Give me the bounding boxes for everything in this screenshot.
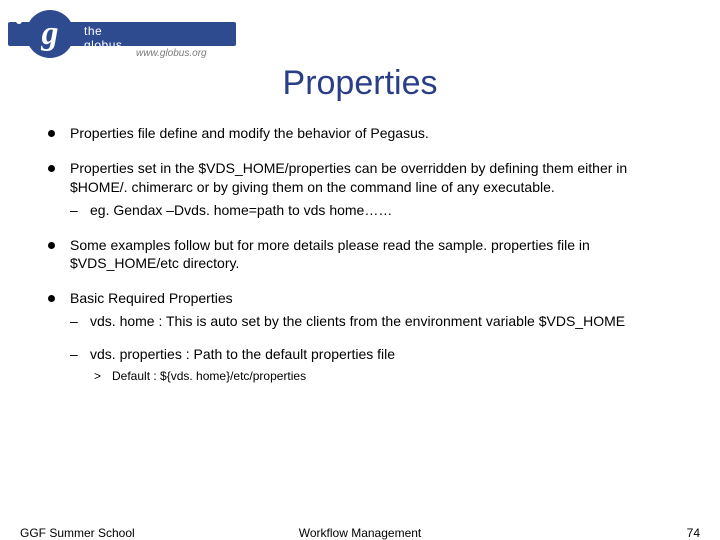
logo-band-text: the globus alliance — [84, 24, 129, 66]
logo-pin — [66, 54, 72, 60]
bullet-4: Basic Required Properties — [48, 289, 688, 308]
bullet-1: Properties file define and modify the be… — [48, 124, 688, 143]
logo-pin — [16, 18, 22, 24]
bullet-3: Some examples follow but for more detail… — [48, 236, 688, 274]
bullet-3-text: Some examples follow but for more detail… — [70, 237, 590, 272]
footer-right: 74 — [687, 526, 700, 540]
bullet-2-sub-1: eg. Gendax –Dvds. home=path to vds home…… — [70, 201, 688, 220]
slide-content: Properties file define and modify the be… — [48, 124, 688, 386]
bullet-2: Properties set in the $VDS_HOME/properti… — [48, 159, 688, 197]
bullet-4-sub-1: vds. home : This is auto set by the clie… — [70, 312, 688, 331]
slide-title: Properties — [0, 64, 720, 103]
footer-mid: Workflow Management — [0, 526, 720, 540]
bullet-2-text: Properties set in the $VDS_HOME/properti… — [70, 160, 627, 195]
bullet-4-sub-2-sub-1-text: Default : ${vds. home}/etc/properties — [112, 369, 306, 383]
bullet-1-text: Properties file define and modify the be… — [70, 125, 429, 141]
bullet-4-sub-1-text: vds. home : This is auto set by the clie… — [90, 313, 625, 329]
logo-letter: g — [42, 15, 59, 53]
bullet-4-text: Basic Required Properties — [70, 290, 233, 306]
bullet-4-sub-2-sub-1: Default : ${vds. home}/etc/properties — [94, 368, 688, 384]
bullet-4-sub-2-text: vds. properties : Path to the default pr… — [90, 346, 395, 362]
logo-g-circle: g — [26, 10, 74, 58]
logo-url: www.globus.org — [136, 48, 207, 59]
bullet-2-sub-1-text: eg. Gendax –Dvds. home=path to vds home…… — [90, 202, 392, 218]
bullet-4-sub-2: vds. properties : Path to the default pr… — [70, 345, 688, 364]
logo-pin — [20, 50, 26, 56]
